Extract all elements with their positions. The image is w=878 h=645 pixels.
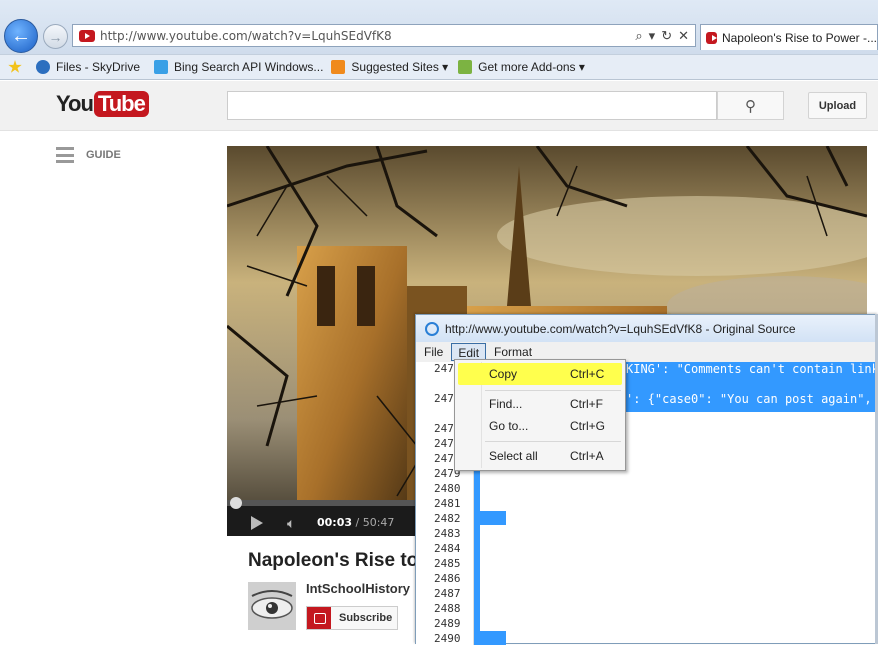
line-number: 2485 xyxy=(434,557,461,570)
menu-item-copy[interactable]: Copy Ctrl+C xyxy=(458,363,622,385)
code-line-selected[interactable]: ': {"case0": "You can post again", " xyxy=(624,392,878,406)
menu-item-goto[interactable]: Go to... Ctrl+G xyxy=(458,415,622,437)
search-icon[interactable]: ⌕ xyxy=(635,28,642,44)
search-input[interactable] xyxy=(227,91,717,120)
source-window-titlebar: http://www.youtube.com/watch?v=LquhSEdVf… xyxy=(416,315,878,342)
favorites-star-icon[interactable] xyxy=(8,60,28,74)
code-line-selected[interactable]: KING': "Comments can't contain links xyxy=(624,362,878,376)
progress-scrubber[interactable] xyxy=(230,497,242,509)
line-number: 2489 xyxy=(434,617,461,630)
menu-item-select-all[interactable]: Select all Ctrl+A xyxy=(458,445,622,467)
menu-file[interactable]: File xyxy=(418,343,449,361)
line-number: 2490 xyxy=(434,632,461,645)
back-button[interactable]: ← xyxy=(4,19,38,53)
channel-name[interactable]: IntSchoolHistory xyxy=(306,581,410,596)
line-number: 247 xyxy=(434,422,454,435)
youtube-favicon-icon xyxy=(706,31,717,44)
video-time: 00:03 / 50:47 xyxy=(317,516,395,529)
addons-icon xyxy=(458,60,473,74)
arrow-left-icon: ← xyxy=(11,24,31,47)
line-number: 2484 xyxy=(434,542,461,555)
menu-separator xyxy=(485,441,621,442)
youtube-logo[interactable]: You Tube xyxy=(56,91,149,117)
youtube-favicon-icon xyxy=(79,29,95,42)
address-bar[interactable]: http://www.youtube.com/watch?v=LquhSEdVf… xyxy=(72,24,696,47)
refresh-icon[interactable]: ↻ xyxy=(661,28,672,44)
favorites-bar: Files - SkyDrive Bing Search API Windows… xyxy=(0,54,878,80)
close-icon[interactable]: ✕ xyxy=(678,28,689,44)
favorite-addons[interactable]: Get more Add-ons ▾ xyxy=(458,60,585,74)
line-number: 2486 xyxy=(434,572,461,585)
edit-menu-dropdown: Copy Ctrl+C Find... Ctrl+F Go to... Ctrl+G … xyxy=(454,359,626,471)
tab-youtube[interactable]: Napoleon's Rise to Power -... xyxy=(700,24,878,50)
line-number: 247 xyxy=(434,362,454,375)
bing-icon xyxy=(154,60,169,74)
line-number: 247 xyxy=(434,392,454,405)
guide-button[interactable]: GUIDE xyxy=(56,147,121,163)
line-number: 247 xyxy=(434,452,454,465)
channel-avatar[interactable] xyxy=(248,582,296,630)
upload-button[interactable]: Upload xyxy=(808,92,867,119)
forward-button[interactable]: → xyxy=(43,24,68,49)
arrow-right-icon: → xyxy=(48,28,63,45)
menu-separator xyxy=(485,390,621,391)
browser-toolbar: ← → http://www.youtube.com/watch?v=LquhS… xyxy=(0,0,878,54)
menu-item-find[interactable]: Find... Ctrl+F xyxy=(458,393,622,415)
suggested-sites-icon xyxy=(331,60,346,74)
internet-explorer-icon xyxy=(425,321,439,336)
subscribe-button[interactable]: Subscribe xyxy=(306,606,398,630)
selection-highlight xyxy=(474,631,506,645)
search-icon: ⚲ xyxy=(745,97,756,115)
url-text[interactable]: http://www.youtube.com/watch?v=LquhSEdVf… xyxy=(100,29,635,43)
video-progress-bar[interactable] xyxy=(227,497,415,509)
line-number: 2482 xyxy=(434,512,461,525)
favorite-suggested-sites[interactable]: Suggested Sites ▾ xyxy=(331,60,448,74)
favorite-skydrive[interactable]: Files - SkyDrive xyxy=(36,60,140,74)
video-title: Napoleon's Rise to xyxy=(248,550,415,571)
tab-title: Napoleon's Rise to Power -... xyxy=(721,30,877,45)
line-number: 2488 xyxy=(434,602,461,615)
video-controls: 🔈︎ 00:03 / 50:47 xyxy=(227,497,415,536)
youtube-header: You Tube ⚲ Upload xyxy=(0,81,878,131)
line-number: 247 xyxy=(434,437,454,450)
skydrive-icon xyxy=(36,60,50,74)
selection-highlight xyxy=(474,511,506,525)
line-number: 2487 xyxy=(434,587,461,600)
subscribe-icon xyxy=(307,607,331,629)
line-number: 2480 xyxy=(434,482,461,495)
play-icon[interactable] xyxy=(251,516,263,530)
search-button[interactable]: ⚲ xyxy=(717,91,784,120)
line-number: 2481 xyxy=(434,497,461,510)
favorite-bing[interactable]: Bing Search API Windows... xyxy=(154,60,323,74)
volume-icon[interactable]: 🔈︎ xyxy=(287,515,295,532)
line-number: 2483 xyxy=(434,527,461,540)
dropdown-icon[interactable]: ▾ xyxy=(649,28,656,44)
hamburger-icon xyxy=(56,147,74,163)
